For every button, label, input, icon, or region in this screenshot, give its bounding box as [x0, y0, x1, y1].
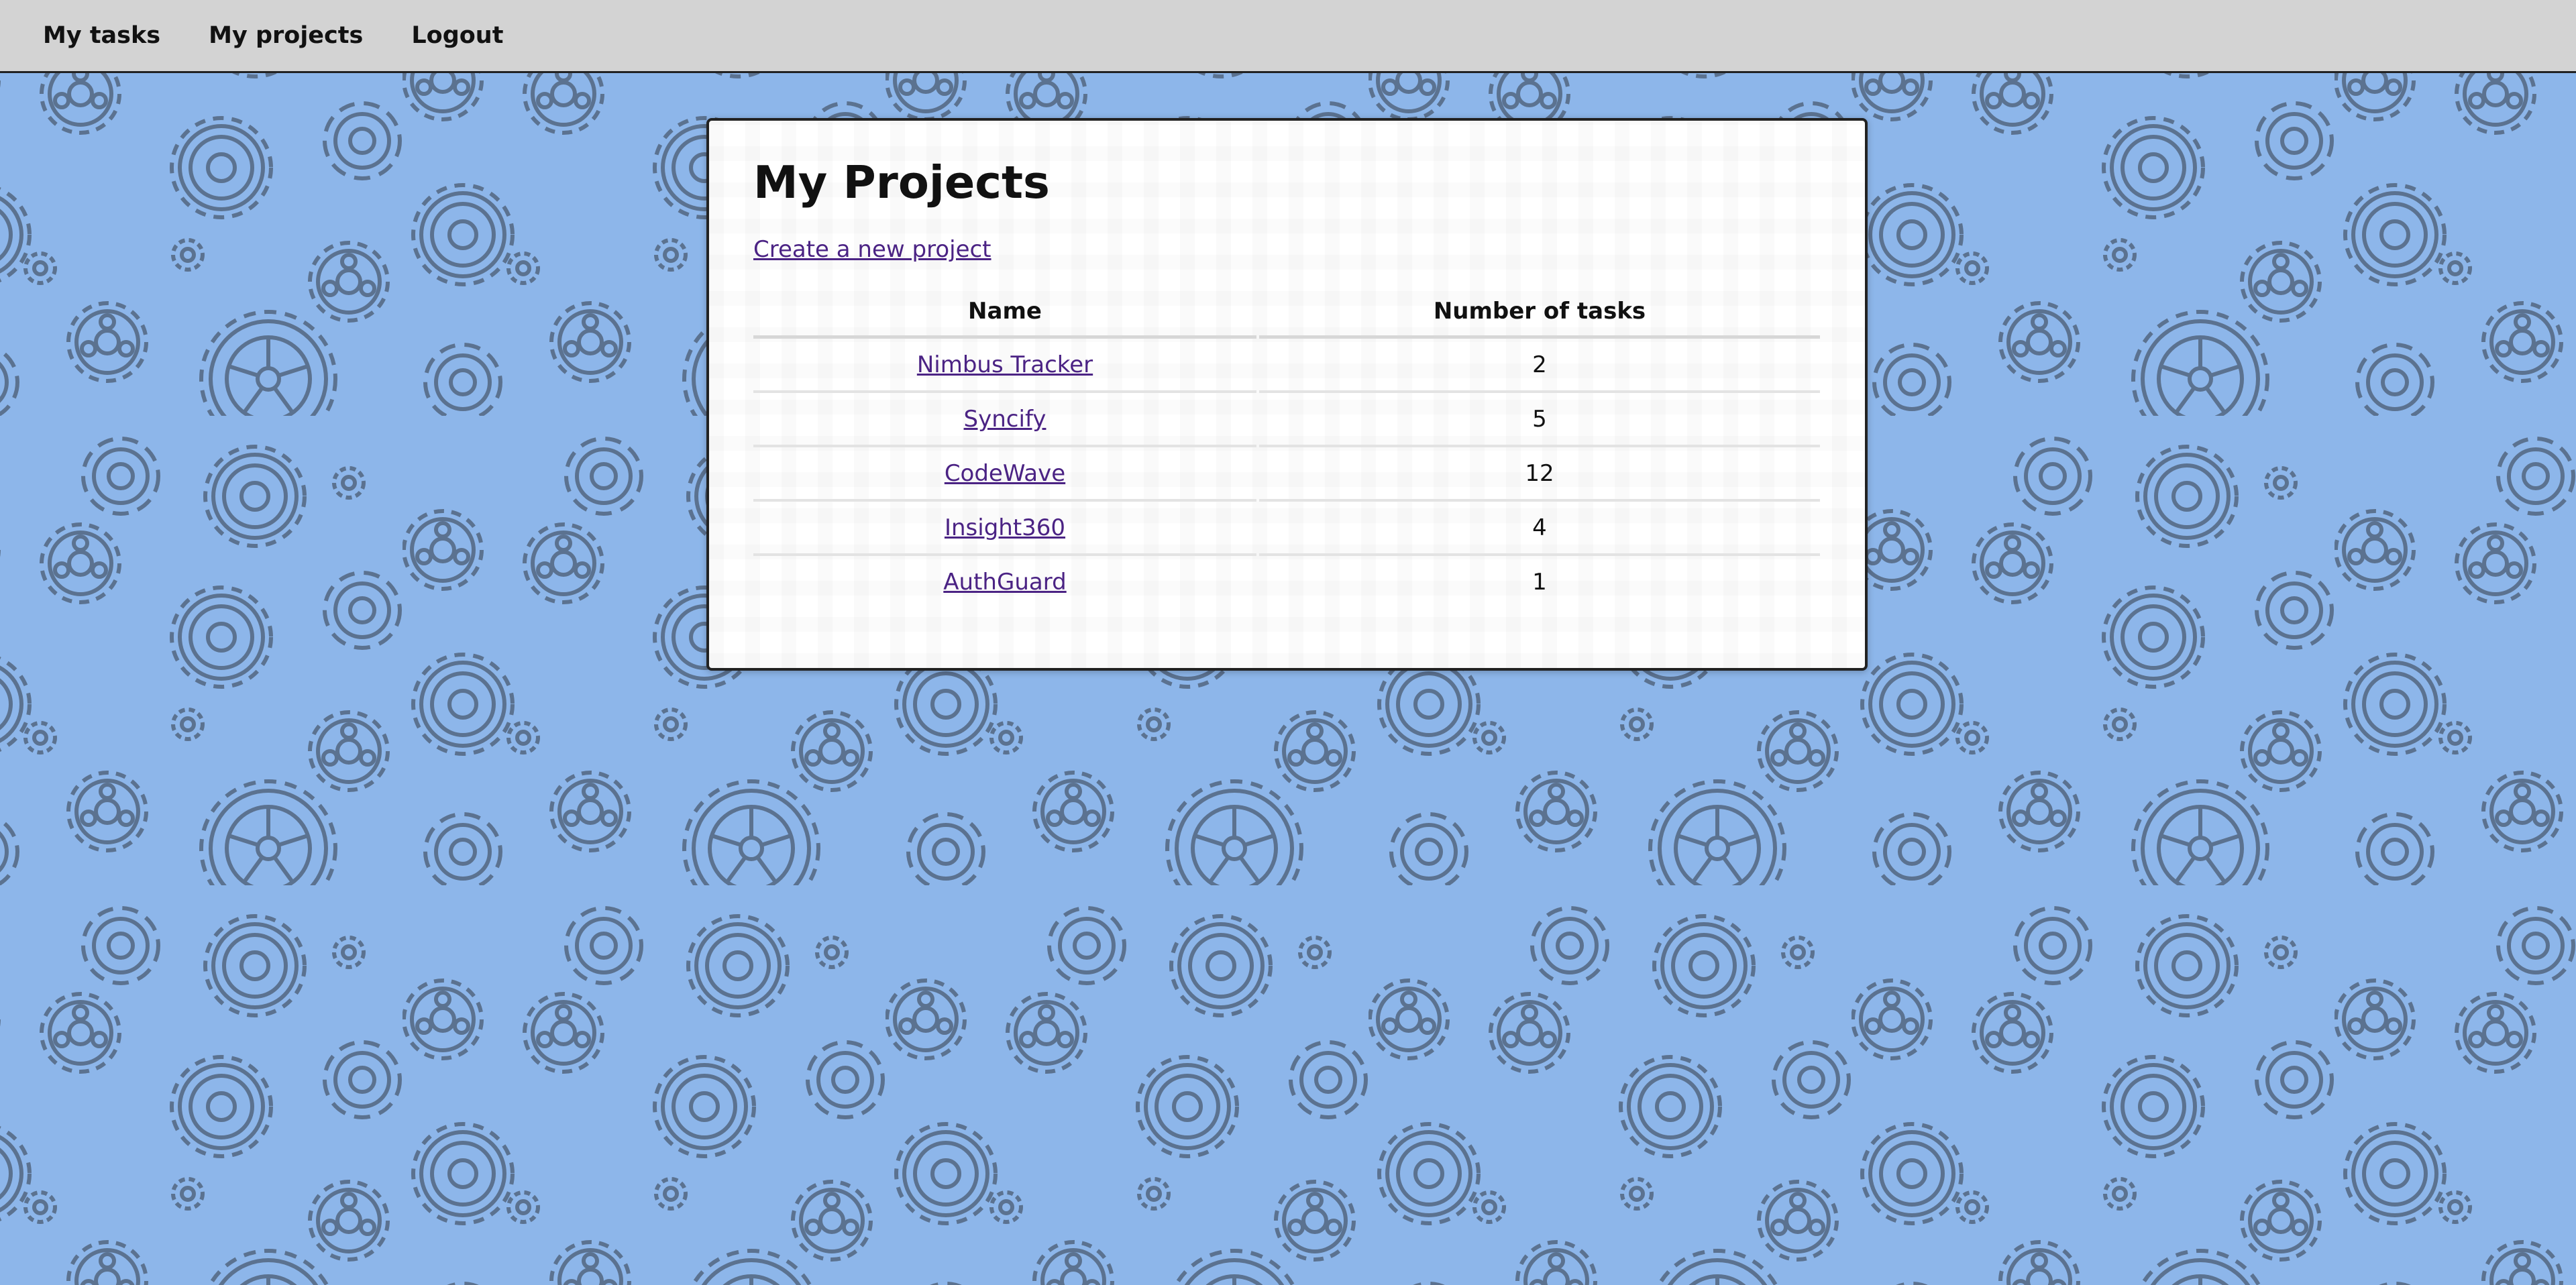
- projects-table: Name Number of tasks Nimbus Tracker 2 Sy…: [751, 287, 1823, 608]
- project-link[interactable]: Insight360: [945, 514, 1065, 541]
- task-count-cell: 12: [1259, 447, 1820, 502]
- table-row: CodeWave 12: [753, 447, 1820, 502]
- column-header-name: Name: [753, 287, 1256, 339]
- table-row: Nimbus Tracker 2: [753, 339, 1820, 394]
- table-header-row: Name Number of tasks: [753, 287, 1820, 339]
- project-name-cell: CodeWave: [753, 447, 1256, 502]
- project-link[interactable]: CodeWave: [945, 460, 1065, 487]
- column-header-task-count: Number of tasks: [1259, 287, 1820, 339]
- project-name-cell: Nimbus Tracker: [753, 339, 1256, 394]
- project-link[interactable]: Nimbus Tracker: [917, 351, 1093, 378]
- table-row: Insight360 4: [753, 502, 1820, 557]
- task-count-cell: 5: [1259, 393, 1820, 448]
- nav-logout[interactable]: Logout: [411, 22, 503, 49]
- project-name-cell: AuthGuard: [753, 556, 1256, 608]
- project-name-cell: Syncify: [753, 393, 1256, 448]
- project-name-cell: Insight360: [753, 502, 1256, 557]
- projects-card: My Projects Create a new project Name Nu…: [706, 118, 1868, 671]
- table-row: AuthGuard 1: [753, 556, 1820, 608]
- task-count-cell: 2: [1259, 339, 1820, 394]
- top-nav-bar: My tasks My projects Logout: [0, 0, 2576, 73]
- create-project-link[interactable]: Create a new project: [753, 236, 991, 263]
- table-row: Syncify 5: [753, 393, 1820, 448]
- nav-my-tasks[interactable]: My tasks: [43, 22, 160, 49]
- task-count-cell: 4: [1259, 502, 1820, 557]
- project-link[interactable]: Syncify: [964, 406, 1046, 433]
- project-link[interactable]: AuthGuard: [943, 569, 1066, 596]
- page-title: My Projects: [753, 156, 1050, 209]
- nav-my-projects[interactable]: My projects: [209, 22, 363, 49]
- task-count-cell: 1: [1532, 568, 1547, 596]
